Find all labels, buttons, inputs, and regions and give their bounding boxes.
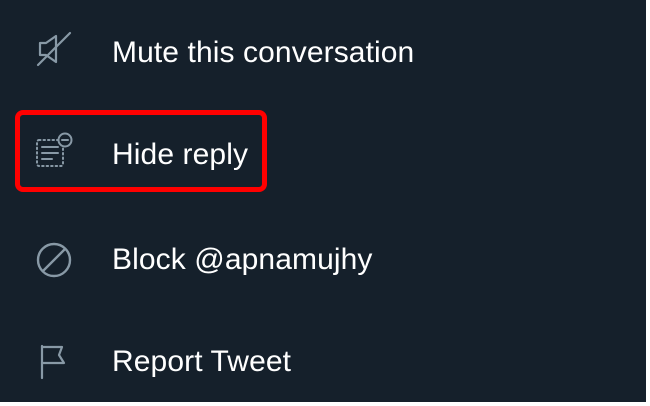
menu-item-label: Mute this conversation — [112, 36, 415, 69]
tweet-options-menu-screen: Mute this conversation Hide reply Block … — [0, 0, 650, 406]
hide-reply-icon — [32, 130, 76, 174]
menu-item-block-user[interactable]: Block @apnamujhy — [0, 214, 646, 304]
mute-icon — [32, 27, 76, 71]
flag-icon — [32, 340, 76, 384]
menu-item-report-tweet[interactable]: Report Tweet — [0, 320, 646, 402]
menu-item-label: Block @apnamujhy — [112, 243, 373, 276]
menu-item-mute-conversation[interactable]: Mute this conversation — [0, 3, 646, 93]
menu-item-label: Hide reply — [112, 138, 249, 171]
menu-item-label: Report Tweet — [112, 345, 292, 378]
block-icon — [32, 238, 76, 282]
menu-item-hide-reply[interactable]: Hide reply — [0, 110, 646, 200]
